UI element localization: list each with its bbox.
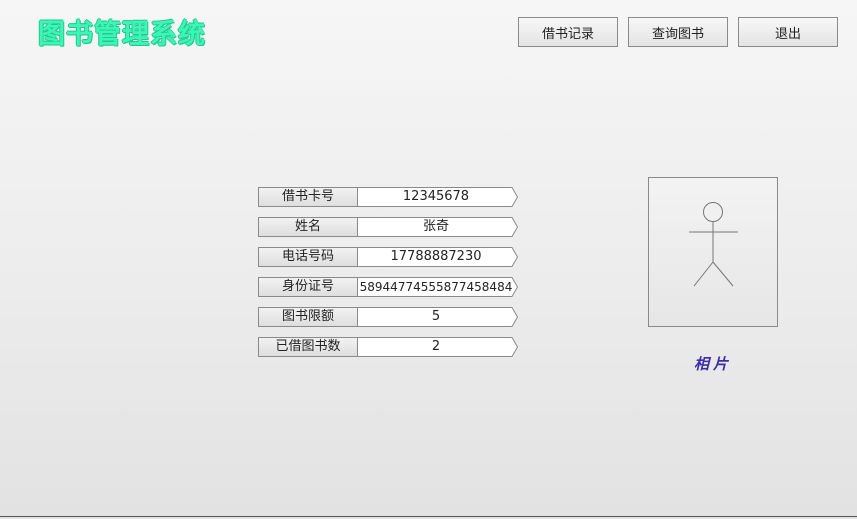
phone-value: 17788887230 xyxy=(390,249,482,264)
borrow-records-button[interactable]: 借书记录 xyxy=(518,17,618,47)
book-limit-label: 图书限额 xyxy=(258,307,358,327)
info-row-card-number: 借书卡号 12345678 xyxy=(258,187,518,207)
info-row-borrowed-count: 已借图书数 2 xyxy=(258,337,518,357)
card-number-label: 借书卡号 xyxy=(258,187,358,207)
info-row-phone: 电话号码 17788887230 xyxy=(258,247,518,267)
book-limit-value: 5 xyxy=(431,309,441,324)
person-silhouette-icon xyxy=(689,202,738,287)
bottom-divider xyxy=(0,516,857,517)
borrowed-count-value: 2 xyxy=(431,339,441,354)
id-number-label: 身份证号 xyxy=(258,277,358,297)
info-row-id-number: 身份证号 58944774555877458484 xyxy=(258,277,518,297)
name-label: 姓名 xyxy=(258,217,358,237)
info-row-book-limit: 图书限额 5 xyxy=(258,307,518,327)
borrowed-count-label: 已借图书数 xyxy=(258,337,358,357)
app-title: 图书管理系统 xyxy=(38,19,206,50)
photo-frame xyxy=(648,177,778,327)
search-books-button[interactable]: 查询图书 xyxy=(628,17,728,47)
name-value: 张奇 xyxy=(422,219,449,234)
id-number-value: 58944774555877458484 xyxy=(359,280,513,294)
photo-caption: 相片 xyxy=(693,355,732,373)
phone-label: 电话号码 xyxy=(258,247,358,267)
logout-button[interactable]: 退出 xyxy=(738,17,838,47)
info-row-name: 姓名 张奇 xyxy=(258,217,518,237)
card-number-value: 12345678 xyxy=(402,189,470,204)
